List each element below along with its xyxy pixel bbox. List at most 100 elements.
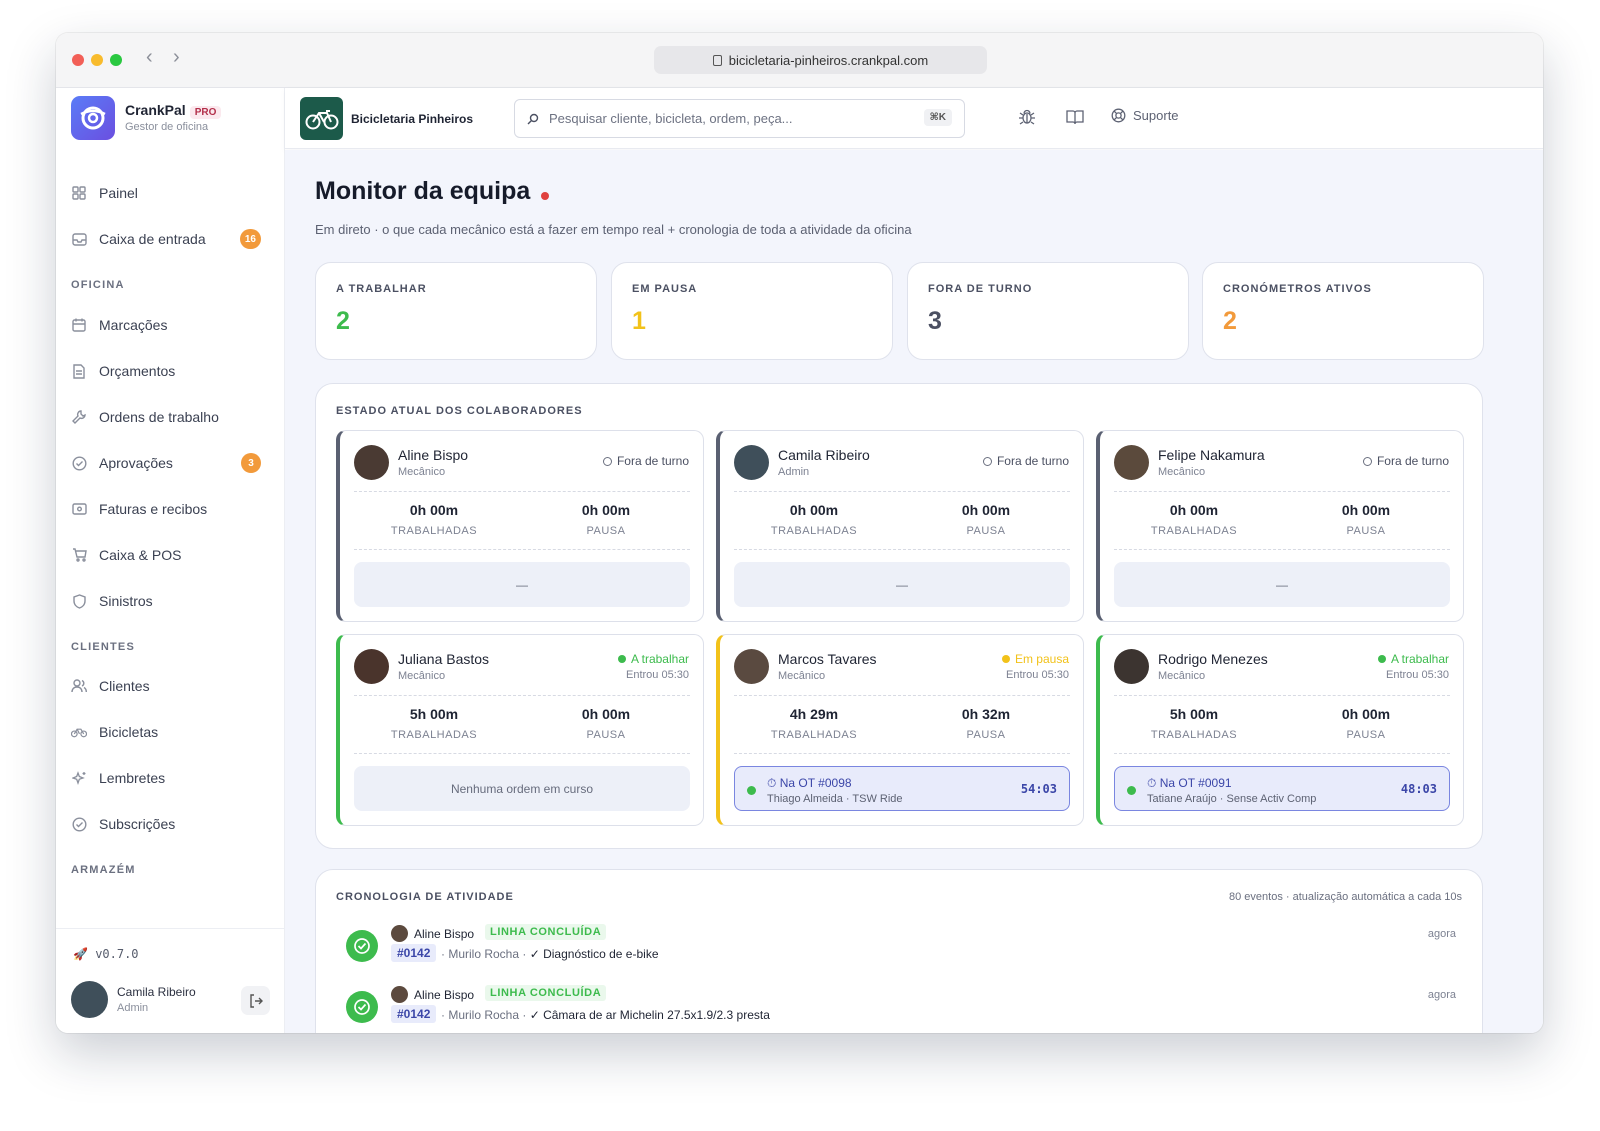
work-order-timer: 54:03: [1020, 782, 1057, 796]
forward-arrow-icon[interactable]: ›: [173, 46, 180, 69]
clock-in-time: Entrou 05:30: [626, 669, 689, 681]
stopwatch-icon: ⏱: [1147, 776, 1157, 790]
sidebar-item-label: Ordens de trabalho: [99, 409, 219, 425]
active-work-order[interactable]: ⏱ Na OT #0091 Tatiane Araújo · Sense Act…: [1114, 766, 1450, 811]
feed-meta: 80 eventos · atualização automática a ca…: [1229, 891, 1462, 903]
work-order-link[interactable]: #0142: [391, 1005, 437, 1023]
stat-value: 2: [1223, 307, 1237, 335]
support-button[interactable]: Suporte: [1111, 108, 1179, 123]
divider: [1114, 549, 1450, 550]
sidebar-item-lembretes[interactable]: Lembretes: [71, 762, 261, 794]
search-input[interactable]: Pesquisar cliente, bicicleta, ordem, peç…: [514, 99, 965, 138]
approvals-count-badge: 3: [241, 453, 261, 473]
event-time: agora: [1427, 928, 1456, 940]
stat-label: A TRABALHAR: [336, 283, 427, 295]
member-card[interactable]: Juliana Bastos Mecânico A trabalhar Entr…: [336, 634, 704, 826]
current-user-name: Camila Ribeiro: [117, 985, 196, 999]
sidebar-item-label: Orçamentos: [99, 363, 176, 379]
member-role: Admin: [778, 466, 810, 478]
work-order-link[interactable]: #0142: [391, 944, 437, 962]
brand[interactable]: CrankPal PRO Gestor de oficina: [71, 96, 222, 140]
calendar-icon: [71, 317, 87, 333]
sidebar-item-sinistros[interactable]: Sinistros: [71, 585, 261, 617]
member-card[interactable]: Aline Bispo Mecânico Fora de turno 0h 00…: [336, 430, 704, 622]
pause-value: 0h 00m: [1341, 502, 1391, 518]
pause-label: PAUSA: [586, 525, 626, 537]
bug-report-icon[interactable]: [1018, 108, 1036, 126]
pause-metric: 0h 00m PAUSA: [1286, 706, 1446, 741]
avatar: [354, 649, 389, 684]
active-work-order[interactable]: ⏱ Na OT #0098 Thiago Almeida · TSW Ride …: [734, 766, 1070, 811]
minimize-window-button[interactable]: [91, 54, 103, 66]
sidebar-item-label: Marcações: [99, 317, 168, 333]
divider: [734, 491, 1070, 492]
divider: [1114, 491, 1450, 492]
timeline-event[interactable]: Aline Bispo LINHA CONCLUÍDA #0142 · Muri…: [346, 983, 1456, 1033]
section-title-oficina: OFICINA: [71, 279, 125, 291]
worked-metric: 4h 29m TRABALHADAS: [734, 706, 894, 741]
status-label: Fora de turno: [996, 454, 1069, 468]
brand-subtitle: Gestor de oficina: [125, 121, 209, 133]
sidebar-item-aprovacoes[interactable]: Aprovações 3: [71, 447, 261, 479]
avatar: [734, 649, 769, 684]
worked-metric: 0h 00m TRABALHADAS: [1114, 502, 1274, 537]
work-order-label: ⏱ Na OT #0091: [1147, 776, 1232, 791]
work-order-timer: 48:03: [1400, 782, 1437, 796]
pause-metric: 0h 00m PAUSA: [1286, 502, 1446, 537]
feed-title: CRONOLOGIA DE ATIVIDADE: [336, 891, 514, 903]
member-name: Aline Bispo: [398, 447, 469, 463]
event-time: agora: [1427, 989, 1456, 1001]
event-client: · Murilo Rocha ·: [441, 1008, 527, 1022]
docs-book-icon[interactable]: [1066, 108, 1084, 126]
member-card[interactable]: Felipe Nakamura Mecânico Fora de turno 0…: [1096, 430, 1464, 622]
active-dot-icon: [1127, 786, 1136, 795]
sidebar-item-caixa-pos[interactable]: Caixa & POS: [71, 539, 261, 571]
divider: [734, 695, 1070, 696]
browser-window: ‹ › bicicletaria-pinheiros.crankpal.com …: [56, 33, 1543, 1033]
event-description: · Murilo Rocha · ✓ Diagnóstico de e-bike: [441, 947, 659, 961]
sidebar-item-orcamentos[interactable]: Orçamentos: [71, 355, 261, 387]
sidebar-item-label: Faturas e recibos: [99, 501, 208, 517]
close-window-button[interactable]: [72, 54, 84, 66]
member-card[interactable]: Camila Ribeiro Admin Fora de turno 0h 00…: [716, 430, 1084, 622]
logout-button[interactable]: [241, 986, 270, 1015]
event-user: Aline Bispo: [414, 988, 475, 1002]
grid-icon: [71, 185, 87, 201]
worked-value: 5h 00m: [409, 706, 459, 722]
sidebar-item-painel[interactable]: Painel: [71, 177, 261, 209]
receipt-icon: [71, 501, 87, 517]
member-name: Camila Ribeiro: [778, 447, 870, 463]
pause-metric: 0h 00m PAUSA: [906, 502, 1066, 537]
pause-value: 0h 00m: [581, 706, 631, 722]
timeline-event[interactable]: Aline Bispo LINHA CONCLUÍDA #0142 · Muri…: [346, 922, 1456, 974]
member-card[interactable]: Rodrigo Menezes Mecânico A trabalhar Ent…: [1096, 634, 1464, 826]
avatar: [354, 445, 389, 480]
sidebar-item-clientes[interactable]: Clientes: [71, 670, 261, 702]
pause-label: PAUSA: [586, 729, 626, 741]
event-text: ✓ Diagnóstico de e-bike: [529, 947, 659, 961]
sidebar-item-inbox[interactable]: Caixa de entrada 16: [71, 223, 261, 255]
pause-metric: 0h 00m PAUSA: [526, 706, 686, 741]
page-icon: [712, 54, 722, 66]
sidebar-item-bicicletas[interactable]: Bicicletas: [71, 716, 261, 748]
status-label: Fora de turno: [616, 454, 689, 468]
current-user[interactable]: Camila Ribeiro Admin: [71, 981, 196, 1018]
status-circle-icon: [1362, 456, 1372, 466]
pause-value: 0h 32m: [961, 706, 1011, 722]
rocket-icon: 🚀: [73, 947, 88, 961]
address-bar[interactable]: bicicletaria-pinheiros.crankpal.com: [654, 46, 987, 74]
current-user-role: Admin: [117, 1002, 149, 1014]
users-icon: [71, 678, 87, 694]
maximize-window-button[interactable]: [110, 54, 122, 66]
stat-card-paused: EM PAUSA 1: [611, 262, 893, 360]
sidebar-item-subscricoes[interactable]: Subscrições: [71, 808, 261, 840]
worked-metric: 5h 00m TRABALHADAS: [354, 706, 514, 741]
member-role: Mecânico: [398, 670, 446, 682]
shop-switcher[interactable]: Bicicletaria Pinheiros: [300, 97, 473, 140]
sidebar-item-marcacoes[interactable]: Marcações: [71, 309, 261, 341]
sidebar-item-ordens[interactable]: Ordens de trabalho: [71, 401, 261, 433]
back-arrow-icon[interactable]: ‹: [146, 46, 153, 69]
status-label: A trabalhar: [1390, 652, 1449, 666]
sidebar-item-faturas[interactable]: Faturas e recibos: [71, 493, 261, 525]
member-card[interactable]: Marcos Tavares Mecânico Em pausa Entrou …: [716, 634, 1084, 826]
